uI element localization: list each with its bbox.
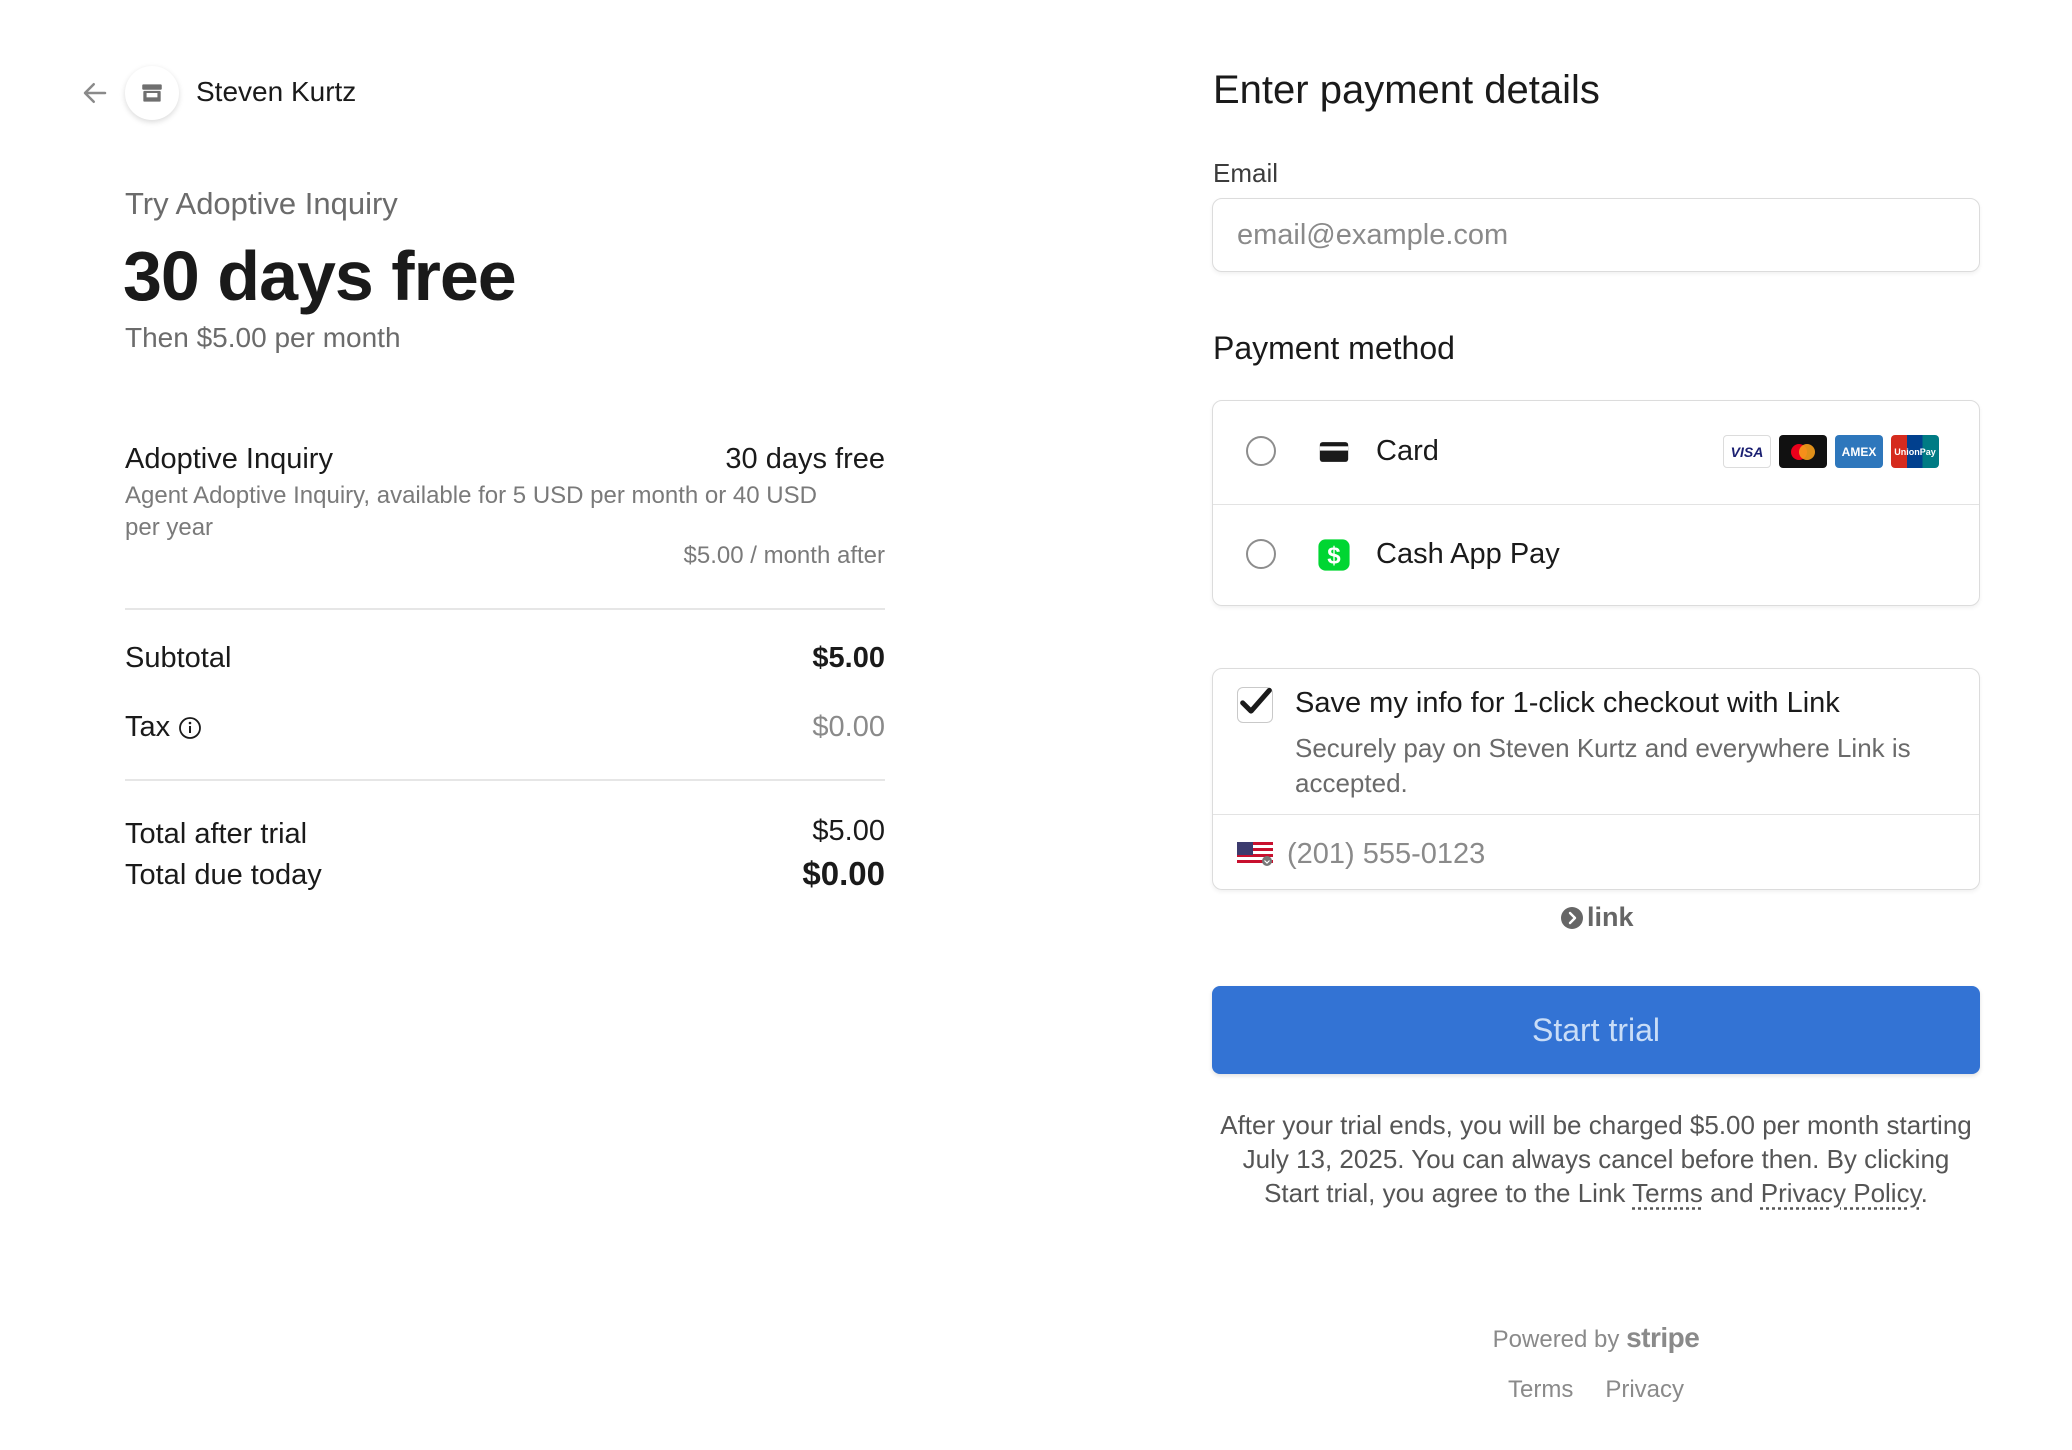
trial-product-label: Try Adoptive Inquiry: [125, 186, 398, 221]
payment-option-card[interactable]: Card VISA AMEX UnionPay: [1213, 401, 1979, 505]
then-price: Then $5.00 per month: [125, 322, 401, 353]
line-item-description: Agent Adoptive Inquiry, available for 5 …: [125, 482, 817, 541]
link-arrow-icon: [1561, 906, 1583, 929]
line-item-price: 30 days free: [725, 443, 885, 475]
unionpay-icon: UnionPay: [1891, 435, 1939, 468]
us-flag-icon[interactable]: [1237, 842, 1273, 866]
email-label: Email: [1213, 158, 1279, 188]
footer-privacy-link[interactable]: Privacy: [1605, 1376, 1684, 1404]
payment-title: Enter payment details: [1213, 68, 1600, 112]
total-due-today-label: Total due today: [125, 859, 322, 892]
powered-by-text: Powered by: [1492, 1326, 1620, 1353]
subtotal-label: Subtotal: [125, 642, 231, 675]
link-privacy-link[interactable]: Privacy Policy: [1761, 1178, 1921, 1208]
store-icon: [142, 84, 162, 102]
mastercard-icon: [1779, 435, 1827, 468]
tax-value: $0.00: [812, 711, 885, 743]
line-item-after-price: $5.00 / month after: [683, 542, 885, 569]
stripe-logo: stripe: [1626, 1322, 1700, 1353]
save-info-description: Securely pay on Steven Kurtz and everywh…: [1295, 733, 1911, 798]
divider: [125, 779, 885, 781]
card-label: Card: [1376, 435, 1439, 467]
back-arrow-icon[interactable]: [80, 78, 110, 108]
cash-app-radio[interactable]: [1246, 539, 1276, 569]
total-after-trial-text: Total after trial: [125, 818, 308, 850]
cash-app-label: Cash App Pay: [1376, 538, 1560, 570]
visa-icon: VISA: [1723, 435, 1771, 468]
save-info-checkbox[interactable]: [1237, 687, 1273, 723]
powered-by-stripe[interactable]: Powered by stripe: [1212, 1322, 1980, 1354]
tax-label: Tax: [125, 711, 202, 744]
subtotal-value: $5.00: [812, 642, 885, 674]
payment-method-list: Card VISA AMEX UnionPay $ Cash App Pay: [1212, 400, 1980, 606]
trial-disclaimer: After your trial ends, you will be charg…: [1212, 1108, 1980, 1210]
footer-terms-link[interactable]: Terms: [1508, 1376, 1573, 1404]
tax-text: Tax: [125, 711, 171, 743]
checkmark-icon: [1240, 687, 1272, 714]
card-radio[interactable]: [1246, 436, 1276, 466]
card-brand-logos: VISA AMEX UnionPay: [1723, 435, 1939, 468]
total-after-trial-value: $5.00: [812, 815, 885, 847]
phone-input[interactable]: [1285, 825, 1949, 883]
cash-app-icon: $: [1318, 539, 1350, 571]
link-logo: link: [1560, 902, 1634, 933]
divider: [125, 608, 885, 610]
total-due-today-value: $0.00: [802, 855, 885, 892]
total-due-today-text: Total due today: [125, 859, 322, 891]
disclaimer-end: .: [1920, 1178, 1928, 1208]
subtotal-text: Subtotal: [125, 642, 232, 674]
link-terms-link[interactable]: Terms: [1632, 1178, 1703, 1208]
total-after-trial-label: Total after trial: [125, 818, 307, 851]
email-field[interactable]: [1212, 198, 1980, 272]
disclaimer-and: and: [1702, 1178, 1761, 1208]
payment-method-label: Payment method: [1213, 330, 1455, 366]
link-save-box: Save my info for 1-click checkout with L…: [1212, 668, 1980, 890]
phone-row: [1213, 815, 1979, 889]
merchant-avatar: [125, 66, 179, 120]
amex-icon: AMEX: [1835, 435, 1883, 468]
line-item-name: Adoptive Inquiry: [125, 443, 333, 475]
payment-option-cash-app[interactable]: $ Cash App Pay: [1213, 504, 1979, 605]
footer-links: Terms Privacy: [1212, 1376, 1980, 1404]
save-info-label: Save my info for 1-click checkout with L…: [1295, 687, 1840, 719]
link-logo-text: link: [1587, 902, 1634, 932]
merchant-name: Steven Kurtz: [196, 76, 357, 107]
start-trial-button[interactable]: Start trial: [1212, 986, 1980, 1074]
trial-headline: 30 days free: [123, 237, 517, 315]
info-icon[interactable]: [178, 716, 202, 740]
card-icon: [1319, 442, 1349, 462]
order-summary-panel: Steven Kurtz Try Adoptive Inquiry 30 day…: [0, 0, 1045, 1450]
svg-text:$: $: [1327, 543, 1341, 570]
